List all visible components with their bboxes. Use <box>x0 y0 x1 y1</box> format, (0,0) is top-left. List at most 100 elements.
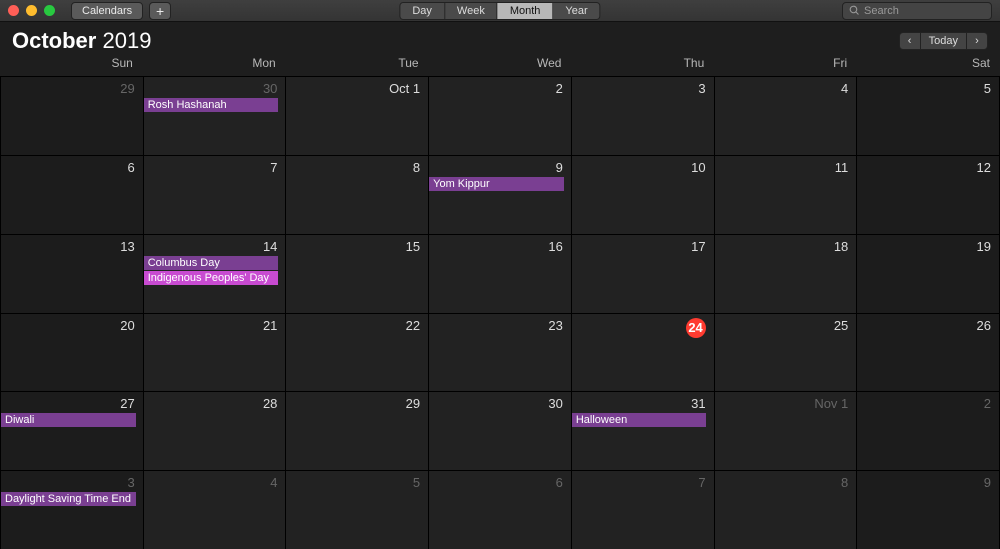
day-cell[interactable]: 16 <box>429 235 572 314</box>
day-number: 30 <box>144 79 286 97</box>
day-cell[interactable]: 27Diwali <box>1 392 144 471</box>
day-cell[interactable]: 8 <box>715 471 858 549</box>
day-cell[interactable]: 30 <box>429 392 572 471</box>
day-cell[interactable]: 5 <box>286 471 429 549</box>
day-number: 12 <box>857 158 999 176</box>
day-cell[interactable]: 19 <box>857 235 1000 314</box>
day-number: 14 <box>144 237 286 255</box>
day-number: 3 <box>1 473 143 491</box>
day-cell[interactable]: 2 <box>429 77 572 156</box>
event-item[interactable]: Rosh Hashanah <box>144 98 279 112</box>
month-nav: ‹ Today › <box>899 32 988 50</box>
prev-month-button[interactable]: ‹ <box>899 32 921 50</box>
day-cell[interactable]: 29 <box>1 77 144 156</box>
weekday-label: Sat <box>857 56 1000 74</box>
day-cell[interactable]: 21 <box>144 314 287 393</box>
day-cell[interactable]: 12 <box>857 156 1000 235</box>
view-tab-month[interactable]: Month <box>498 3 554 19</box>
day-number: 7 <box>572 473 714 491</box>
day-number: 24 <box>572 316 714 339</box>
day-cell[interactable]: 20 <box>1 314 144 393</box>
day-number: 9 <box>857 473 999 491</box>
day-number: 17 <box>572 237 714 255</box>
day-cell[interactable]: 7 <box>144 156 287 235</box>
day-number: 30 <box>429 394 571 412</box>
day-cell[interactable]: Nov 1 <box>715 392 858 471</box>
day-cell[interactable]: 4 <box>144 471 287 549</box>
day-number: 7 <box>144 158 286 176</box>
day-cell[interactable]: 14Columbus DayIndigenous Peoples' Day <box>144 235 287 314</box>
day-number: 2 <box>429 79 571 97</box>
search-icon <box>849 5 860 16</box>
day-number: 11 <box>715 158 857 176</box>
day-number: 6 <box>429 473 571 491</box>
view-segment: DayWeekMonthYear <box>399 2 600 20</box>
view-tab-day[interactable]: Day <box>400 3 445 19</box>
day-cell[interactable]: 2 <box>857 392 1000 471</box>
search-input[interactable]: Search <box>842 2 992 20</box>
next-month-button[interactable]: › <box>966 32 988 50</box>
day-number: 4 <box>715 79 857 97</box>
day-cell[interactable]: Oct 1 <box>286 77 429 156</box>
minimize-icon[interactable] <box>26 5 37 16</box>
day-cell[interactable]: 29 <box>286 392 429 471</box>
day-number: 20 <box>1 316 143 334</box>
month-header: October 2019 ‹ Today › <box>0 22 1000 56</box>
weekday-label: Sun <box>0 56 143 74</box>
day-cell[interactable]: 26 <box>857 314 1000 393</box>
day-number: 5 <box>286 473 428 491</box>
event-item[interactable]: Indigenous Peoples' Day <box>144 271 279 285</box>
weekday-label: Mon <box>143 56 286 74</box>
calendar-grid: 2930Rosh HashanahOct 123456789Yom Kippur… <box>0 76 1000 549</box>
day-number: 18 <box>715 237 857 255</box>
day-number: 27 <box>1 394 143 412</box>
search-placeholder: Search <box>864 5 899 17</box>
day-cell[interactable]: 11 <box>715 156 858 235</box>
day-cell[interactable]: 25 <box>715 314 858 393</box>
view-tab-week[interactable]: Week <box>445 3 498 19</box>
day-cell[interactable]: 18 <box>715 235 858 314</box>
add-event-button[interactable]: + <box>149 2 171 20</box>
day-number: 28 <box>144 394 286 412</box>
day-cell[interactable]: 6 <box>429 471 572 549</box>
day-cell[interactable]: 9 <box>857 471 1000 549</box>
view-tab-year[interactable]: Year <box>553 3 599 19</box>
day-cell[interactable]: 3Daylight Saving Time End <box>1 471 144 549</box>
event-item[interactable]: Halloween <box>572 413 707 427</box>
day-cell[interactable]: 10 <box>572 156 715 235</box>
day-cell[interactable]: 28 <box>144 392 287 471</box>
today-button[interactable]: Today <box>921 32 966 50</box>
zoom-icon[interactable] <box>44 5 55 16</box>
event-item[interactable]: Diwali <box>1 413 136 427</box>
day-number: 19 <box>857 237 999 255</box>
day-number: 22 <box>286 316 428 334</box>
day-cell[interactable]: 8 <box>286 156 429 235</box>
day-number: 29 <box>286 394 428 412</box>
event-item[interactable]: Daylight Saving Time End <box>1 492 136 506</box>
day-cell[interactable]: 13 <box>1 235 144 314</box>
day-cell[interactable]: 4 <box>715 77 858 156</box>
day-cell[interactable]: 30Rosh Hashanah <box>144 77 287 156</box>
day-number: 31 <box>572 394 714 412</box>
day-cell[interactable]: 3 <box>572 77 715 156</box>
window-titlebar: Calendars + DayWeekMonthYear Search <box>0 0 1000 22</box>
day-cell[interactable]: 17 <box>572 235 715 314</box>
day-cell[interactable]: 5 <box>857 77 1000 156</box>
day-cell[interactable]: 15 <box>286 235 429 314</box>
day-cell[interactable]: 31Halloween <box>572 392 715 471</box>
event-item[interactable]: Columbus Day <box>144 256 279 270</box>
day-number: 5 <box>857 79 999 97</box>
close-icon[interactable] <box>8 5 19 16</box>
event-item[interactable]: Yom Kippur <box>429 177 564 191</box>
day-cell[interactable]: 6 <box>1 156 144 235</box>
day-number: 4 <box>144 473 286 491</box>
day-cell[interactable]: 22 <box>286 314 429 393</box>
day-cell[interactable]: 24 <box>572 314 715 393</box>
calendars-button[interactable]: Calendars <box>71 2 143 20</box>
weekday-label: Fri <box>714 56 857 74</box>
day-cell[interactable]: 7 <box>572 471 715 549</box>
day-cell[interactable]: 23 <box>429 314 572 393</box>
day-cell[interactable]: 9Yom Kippur <box>429 156 572 235</box>
window-controls <box>8 5 55 16</box>
day-number: 29 <box>1 79 143 97</box>
